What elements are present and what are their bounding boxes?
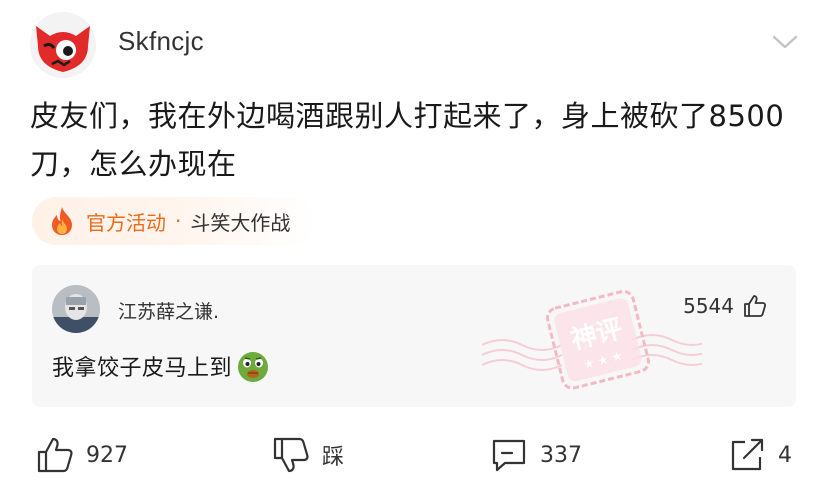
dislike-label: 踩	[322, 445, 345, 470]
chevron-down-icon[interactable]	[770, 30, 800, 54]
dislike-button[interactable]: 踩	[272, 436, 344, 474]
comment-button[interactable]: 337	[490, 436, 582, 474]
commenter-photo-icon	[52, 285, 100, 333]
share-count: 4	[778, 442, 792, 468]
comment-like-count: 5544	[683, 294, 734, 318]
activity-event-name: 斗笑大作战	[190, 210, 291, 235]
comment-count: 337	[540, 442, 582, 468]
post-action-bar: 927 踩 337 4	[0, 430, 828, 482]
comment-text: 我拿饺子皮马上到	[52, 356, 233, 381]
share-arrow-icon	[731, 438, 764, 471]
user-avatar[interactable]	[30, 12, 96, 78]
commenter-avatar[interactable]	[52, 285, 100, 333]
activity-tag-label: 官方活动	[86, 210, 166, 235]
post-header: Skfncjc	[0, 0, 828, 90]
comment-like-group[interactable]: 5544	[683, 293, 768, 319]
like-count: 927	[86, 442, 128, 468]
post-text: 皮友们，我在外边喝酒跟别人打起来了，身上被砍了8500刀，怎么办现在	[30, 99, 785, 181]
comment-bubble-icon	[492, 439, 526, 472]
commenter-username[interactable]: 江苏薛之谦.	[118, 297, 219, 324]
thumbs-down-icon	[273, 437, 309, 473]
tag-separator: ·	[175, 209, 182, 233]
fire-icon	[52, 207, 72, 235]
share-button[interactable]: 4	[728, 436, 792, 474]
comment-text-row: 我拿饺子皮马上到	[52, 349, 270, 383]
nauseated-face-icon	[238, 352, 269, 382]
activity-tag[interactable]: 官方活动 · 斗笑大作战	[32, 197, 317, 245]
red-cat-avatar-icon	[30, 12, 96, 78]
thumbs-up-icon	[37, 437, 73, 473]
post-username[interactable]: Skfncjc	[118, 26, 204, 57]
god-comment-stamp: 神评 ★ ★ ★	[482, 289, 702, 390]
thumbs-up-icon[interactable]	[742, 293, 768, 319]
like-button[interactable]: 927	[36, 436, 128, 474]
featured-comment[interactable]: 江苏薛之谦. 神评 ★ ★ ★ 5544 我拿饺子皮马上到	[32, 265, 796, 407]
